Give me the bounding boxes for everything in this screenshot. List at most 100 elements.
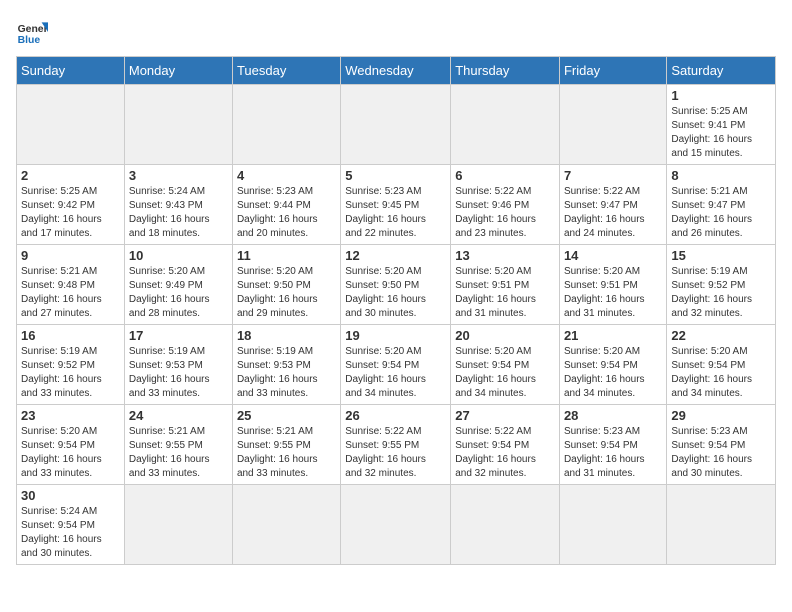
calendar-cell: [451, 85, 560, 165]
day-number: 28: [564, 408, 662, 423]
calendar-cell: 9 Sunrise: 5:21 AM Sunset: 9:48 PM Daylig…: [17, 245, 125, 325]
calendar-cell: 20 Sunrise: 5:20 AM Sunset: 9:54 PM Dayli…: [451, 325, 560, 405]
calendar-cell: 1 Sunrise: 5:25 AM Sunset: 9:41 PM Daylig…: [667, 85, 776, 165]
calendar-cell: 13 Sunrise: 5:20 AM Sunset: 9:51 PM Dayli…: [451, 245, 560, 325]
day-info: Sunrise: 5:21 AM Sunset: 9:55 PM Dayligh…: [237, 425, 336, 481]
day-number: 16: [21, 328, 120, 343]
calendar-cell: 21Sunrise: 5:20 AM Sunset: 9:54 PM Dayli…: [559, 325, 666, 405]
day-info: Sunrise: 5:20 AM Sunset: 9:54 PM Dayligh…: [345, 345, 446, 401]
calendar-cell: 23 Sunrise: 5:20 AM Sunset: 9:54 PM Dayli…: [17, 405, 125, 485]
day-info: Sunrise: 5:21 AM Sunset: 9:48 PM Dayligh…: [21, 265, 120, 321]
calendar-week-row: 16 Sunrise: 5:19 AM Sunset: 9:52 PM Dayli…: [17, 325, 776, 405]
day-info: Sunrise: 5:25 AM Sunset: 9:41 PM Dayligh…: [671, 105, 771, 161]
day-number: 26: [345, 408, 446, 423]
day-number: 10: [129, 248, 228, 263]
calendar-cell: [17, 85, 125, 165]
day-number: 15: [671, 248, 771, 263]
weekday-header-thursday: Thursday: [451, 57, 560, 85]
weekday-header-row: SundayMondayTuesdayWednesdayThursdayFrid…: [17, 57, 776, 85]
day-number: 5: [345, 168, 446, 183]
day-info: Sunrise: 5:20 AM Sunset: 9:51 PM Dayligh…: [455, 265, 555, 321]
calendar-cell: [124, 485, 232, 565]
weekday-header-saturday: Saturday: [667, 57, 776, 85]
weekday-header-wednesday: Wednesday: [341, 57, 451, 85]
calendar-cell: 28 Sunrise: 5:23 AM Sunset: 9:54 PM Dayli…: [559, 405, 666, 485]
calendar-cell: 11 Sunrise: 5:20 AM Sunset: 9:50 PM Dayli…: [232, 245, 340, 325]
day-info: Sunrise: 5:23 AM Sunset: 9:54 PM Dayligh…: [671, 425, 771, 481]
day-info: Sunrise: 5:23 AM Sunset: 9:44 PM Dayligh…: [237, 185, 336, 241]
day-number: 3: [129, 168, 228, 183]
calendar-cell: 27Sunrise: 5:22 AM Sunset: 9:54 PM Dayli…: [451, 405, 560, 485]
day-number: 7: [564, 168, 662, 183]
day-info: Sunrise: 5:22 AM Sunset: 9:47 PM Dayligh…: [564, 185, 662, 241]
day-number: 9: [21, 248, 120, 263]
day-number: 23: [21, 408, 120, 423]
day-info: Sunrise: 5:19 AM Sunset: 9:52 PM Dayligh…: [21, 345, 120, 401]
calendar-cell: [451, 485, 560, 565]
calendar-cell: 14 Sunrise: 5:20 AM Sunset: 9:51 PM Dayli…: [559, 245, 666, 325]
day-info: Sunrise: 5:20 AM Sunset: 9:54 PM Dayligh…: [564, 345, 662, 401]
calendar-cell: [124, 85, 232, 165]
svg-text:General: General: [18, 24, 48, 35]
day-number: 13: [455, 248, 555, 263]
calendar-cell: 24 Sunrise: 5:21 AM Sunset: 9:55 PM Dayli…: [124, 405, 232, 485]
calendar-cell: 15 Sunrise: 5:19 AM Sunset: 9:52 PM Dayli…: [667, 245, 776, 325]
calendar-cell: 12Sunrise: 5:20 AM Sunset: 9:50 PM Dayli…: [341, 245, 451, 325]
day-number: 27: [455, 408, 555, 423]
day-info: Sunrise: 5:19 AM Sunset: 9:52 PM Dayligh…: [671, 265, 771, 321]
weekday-header-monday: Monday: [124, 57, 232, 85]
calendar-cell: [559, 85, 666, 165]
calendar-cell: 17 Sunrise: 5:19 AM Sunset: 9:53 PM Dayli…: [124, 325, 232, 405]
calendar-cell: 16 Sunrise: 5:19 AM Sunset: 9:52 PM Dayli…: [17, 325, 125, 405]
calendar-table: SundayMondayTuesdayWednesdayThursdayFrid…: [16, 56, 776, 565]
calendar-cell: 8 Sunrise: 5:21 AM Sunset: 9:47 PM Daylig…: [667, 165, 776, 245]
calendar-cell: [559, 485, 666, 565]
page-header: General Blue: [16, 16, 776, 48]
day-info: Sunrise: 5:20 AM Sunset: 9:49 PM Dayligh…: [129, 265, 228, 321]
calendar-cell: 6 Sunrise: 5:22 AM Sunset: 9:46 PM Daylig…: [451, 165, 560, 245]
day-number: 4: [237, 168, 336, 183]
calendar-cell: 3 Sunrise: 5:24 AM Sunset: 9:43 PM Daylig…: [124, 165, 232, 245]
day-info: Sunrise: 5:19 AM Sunset: 9:53 PM Dayligh…: [129, 345, 228, 401]
day-number: 20: [455, 328, 555, 343]
day-number: 29: [671, 408, 771, 423]
calendar-cell: 29 Sunrise: 5:23 AM Sunset: 9:54 PM Dayli…: [667, 405, 776, 485]
calendar-cell: 25 Sunrise: 5:21 AM Sunset: 9:55 PM Dayli…: [232, 405, 340, 485]
calendar-cell: 10 Sunrise: 5:20 AM Sunset: 9:49 PM Dayli…: [124, 245, 232, 325]
calendar-cell: 22Sunrise: 5:20 AM Sunset: 9:54 PM Dayli…: [667, 325, 776, 405]
day-number: 8: [671, 168, 771, 183]
calendar-cell: 19Sunrise: 5:20 AM Sunset: 9:54 PM Dayli…: [341, 325, 451, 405]
day-number: 6: [455, 168, 555, 183]
day-number: 17: [129, 328, 228, 343]
day-info: Sunrise: 5:21 AM Sunset: 9:47 PM Dayligh…: [671, 185, 771, 241]
day-info: Sunrise: 5:24 AM Sunset: 9:54 PM Dayligh…: [21, 505, 120, 561]
day-info: Sunrise: 5:23 AM Sunset: 9:45 PM Dayligh…: [345, 185, 446, 241]
day-info: Sunrise: 5:23 AM Sunset: 9:54 PM Dayligh…: [564, 425, 662, 481]
day-info: Sunrise: 5:19 AM Sunset: 9:53 PM Dayligh…: [237, 345, 336, 401]
calendar-cell: [232, 485, 340, 565]
calendar-cell: 18 Sunrise: 5:19 AM Sunset: 9:53 PM Dayli…: [232, 325, 340, 405]
day-info: Sunrise: 5:24 AM Sunset: 9:43 PM Dayligh…: [129, 185, 228, 241]
calendar-cell: 4 Sunrise: 5:23 AM Sunset: 9:44 PM Daylig…: [232, 165, 340, 245]
day-number: 25: [237, 408, 336, 423]
day-number: 18: [237, 328, 336, 343]
calendar-cell: [341, 85, 451, 165]
day-info: Sunrise: 5:20 AM Sunset: 9:51 PM Dayligh…: [564, 265, 662, 321]
day-info: Sunrise: 5:21 AM Sunset: 9:55 PM Dayligh…: [129, 425, 228, 481]
calendar-cell: [667, 485, 776, 565]
calendar-cell: [341, 485, 451, 565]
day-info: Sunrise: 5:22 AM Sunset: 9:46 PM Dayligh…: [455, 185, 555, 241]
calendar-week-row: 9 Sunrise: 5:21 AM Sunset: 9:48 PM Daylig…: [17, 245, 776, 325]
day-info: Sunrise: 5:22 AM Sunset: 9:55 PM Dayligh…: [345, 425, 446, 481]
day-info: Sunrise: 5:20 AM Sunset: 9:54 PM Dayligh…: [455, 345, 555, 401]
calendar-cell: 26 Sunrise: 5:22 AM Sunset: 9:55 PM Dayli…: [341, 405, 451, 485]
weekday-header-tuesday: Tuesday: [232, 57, 340, 85]
calendar-week-row: 30Sunrise: 5:24 AM Sunset: 9:54 PM Dayli…: [17, 485, 776, 565]
day-info: Sunrise: 5:20 AM Sunset: 9:54 PM Dayligh…: [21, 425, 120, 481]
day-number: 12: [345, 248, 446, 263]
day-number: 24: [129, 408, 228, 423]
day-number: 14: [564, 248, 662, 263]
day-number: 11: [237, 248, 336, 263]
day-number: 1: [671, 88, 771, 103]
day-info: Sunrise: 5:20 AM Sunset: 9:50 PM Dayligh…: [237, 265, 336, 321]
